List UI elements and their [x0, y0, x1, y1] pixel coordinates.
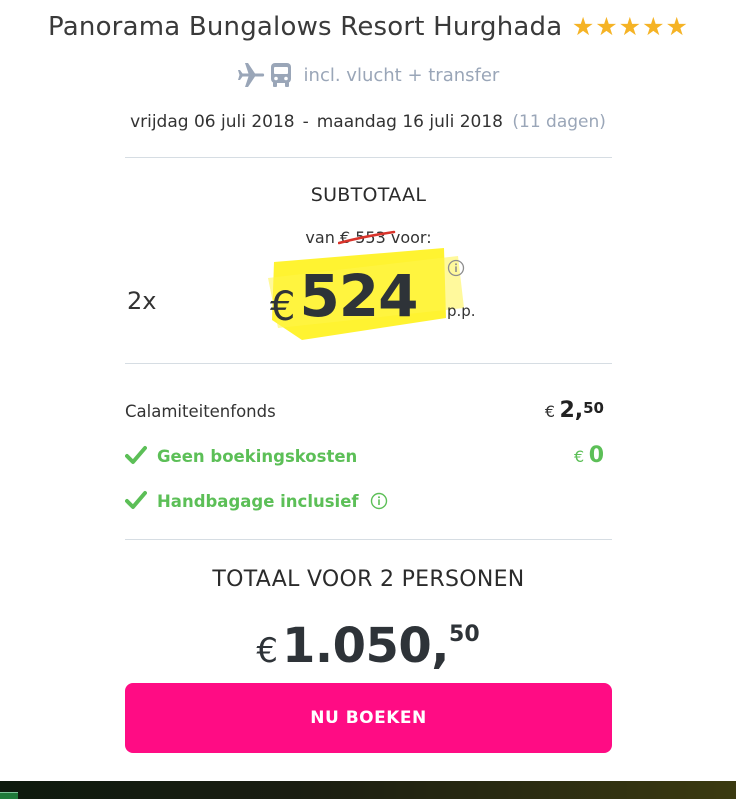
travel-dates: vrijdag 06 juli 2018- maandag 16 juli 201…: [0, 112, 736, 132]
original-price-row: van € 553 voor:: [125, 228, 612, 247]
old-price: € 553: [337, 228, 396, 247]
date-to: maandag 16 juli 2018: [316, 112, 503, 132]
info-icon[interactable]: [370, 492, 388, 510]
included-row: incl. vlucht + transfer: [0, 62, 736, 88]
currency-symbol: €: [544, 402, 555, 421]
amount-integer: 0: [588, 443, 604, 468]
check-icon: [125, 446, 147, 464]
date-separator: -: [302, 112, 309, 132]
total-amount-decimal: 50: [449, 622, 480, 647]
line-item-label-wrap: Handbagage inclusief: [157, 492, 388, 512]
subtotal-title: SUBTOTAAL: [310, 184, 427, 206]
line-item-label: Calamiteitenfonds: [125, 402, 276, 421]
date-from: vrijdag 06 juli 2018: [130, 112, 295, 132]
currency-symbol: €: [256, 631, 278, 671]
subtotal-price: €524: [270, 262, 419, 330]
star-icon: ★: [618, 13, 642, 41]
van-prefix: van: [305, 228, 335, 247]
star-icon: ★: [571, 13, 595, 41]
total-title: TOTAAL VOOR 2 PERSONEN: [212, 567, 525, 592]
amount-decimal: 50: [583, 399, 604, 417]
total-amount-integer: 1.050,: [281, 618, 450, 674]
currency-symbol: €: [270, 284, 296, 330]
star-icon: ★: [642, 13, 665, 41]
info-icon[interactable]: [447, 259, 465, 277]
taskbar-strip: [0, 781, 736, 799]
currency-symbol: €: [574, 447, 585, 466]
star-rating: ★★★★★: [571, 12, 688, 42]
star-icon: ★: [595, 13, 618, 41]
line-item-amount: € 2,50: [545, 398, 604, 423]
divider: [125, 539, 612, 540]
line-item-calamity-fund: Calamiteitenfonds € 2,50: [125, 398, 612, 426]
line-item-label: Geen boekingskosten: [157, 447, 358, 466]
divider: [125, 363, 612, 364]
included-text: incl. vlucht + transfer: [303, 64, 500, 86]
price-value: 524: [299, 262, 418, 330]
hotel-name: Panorama Bungalows Resort Hurghada: [48, 12, 563, 42]
person-count: 2x: [127, 287, 157, 315]
line-item-label: Handbagage inclusief: [157, 492, 359, 511]
book-now-button[interactable]: NU BOEKEN: [125, 683, 612, 753]
line-item-amount: € 0: [574, 443, 604, 468]
trip-duration: (11 dagen): [512, 112, 606, 132]
plane-icon: [237, 63, 264, 87]
star-icon: ★: [665, 13, 688, 41]
line-item-booking-costs: Geen boekingskosten € 0: [125, 443, 612, 471]
per-person-label: p.p.: [447, 302, 476, 320]
line-item-hand-luggage: Handbagage inclusief: [125, 488, 612, 516]
bus-icon: [271, 63, 292, 87]
title-row: Panorama Bungalows Resort Hurghada ★★★★★: [0, 12, 736, 42]
strikethrough-mark: [337, 230, 396, 245]
divider: [125, 157, 612, 158]
app-icon[interactable]: [0, 792, 18, 799]
amount-integer: 2,: [559, 398, 584, 423]
check-icon: [125, 491, 147, 509]
total-price: €1.050,50: [0, 618, 736, 674]
van-suffix: voor:: [390, 228, 432, 247]
